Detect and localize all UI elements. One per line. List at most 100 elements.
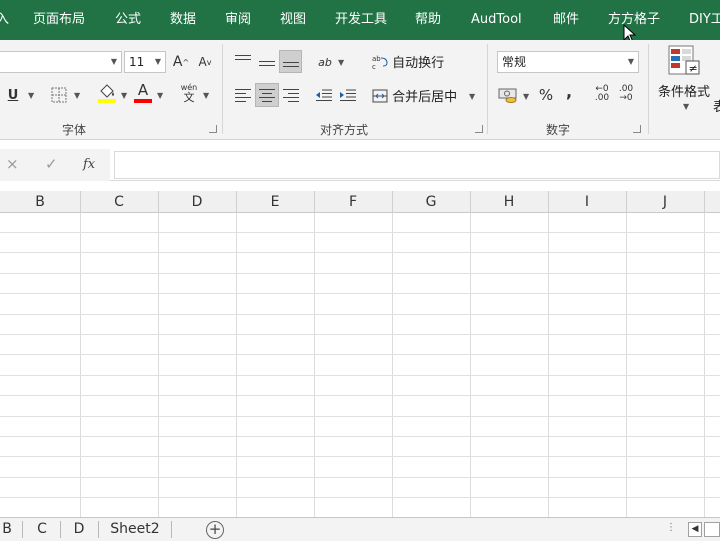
tab-review[interactable]: 审阅 [225,0,251,40]
wrap-text-label: 自动换行 [392,56,445,71]
add-sheet-icon[interactable]: + [206,521,224,539]
cell-grid[interactable] [0,213,720,517]
grid-row-line [0,497,720,498]
column-header-h[interactable]: H [470,191,548,213]
decrease-decimal-button[interactable]: .00 →0 [614,83,638,105]
chevron-down-icon[interactable]: ▼ [121,91,127,100]
conditional-format-button[interactable]: ≠ 条件格式 ▼ [655,44,715,116]
column-header-c[interactable]: C [80,191,158,213]
chevron-down-icon[interactable]: ▼ [157,91,163,100]
sheet-tab-bar: B C D Sheet2 + ⋮ ◀ [0,517,720,541]
font-dialog-launcher-icon[interactable] [209,125,217,133]
chevron-down-icon[interactable]: ▼ [28,91,34,100]
chevron-down-icon[interactable]: ▼ [155,52,161,72]
grid-row-line [0,252,720,253]
split-handle-icon[interactable]: ⋮ [666,522,676,533]
sheet-tab-sheet2[interactable]: Sheet2 [100,518,170,541]
fill-color-button[interactable] [96,82,118,104]
borders-icon [51,87,67,103]
tab-data[interactable]: 数据 [170,0,196,40]
tab-mail[interactable]: 邮件 [553,0,579,40]
underline-button[interactable]: U [2,84,24,106]
grid-column-line [80,213,81,517]
formula-input[interactable] [114,151,720,179]
increase-indent-button[interactable] [337,84,359,106]
alignment-dialog-launcher-icon[interactable] [475,125,483,133]
ribbon-tab-bar: 入 页面布局 公式 数据 审阅 视图 开发工具 帮助 AudTool 邮件 方方… [0,0,720,40]
column-header-row: B C D E F G H I J [0,191,720,213]
borders-button[interactable] [48,84,70,106]
column-header-j[interactable]: J [626,191,704,213]
insert-function-icon[interactable]: fx [83,157,95,172]
wrap-text-button[interactable]: ab c 自动换行 [372,52,444,71]
font-size-value: 11 [129,55,145,69]
tab-developer[interactable]: 开发工具 [335,0,387,40]
grid-column-line [392,213,393,517]
align-center-button[interactable] [255,83,279,107]
shrink-font-button[interactable]: Av [194,51,216,73]
align-left-icon [235,88,251,102]
chevron-down-icon[interactable]: ▼ [203,91,209,100]
sheet-tab-d[interactable]: D [62,518,96,541]
enter-check-icon[interactable]: ✓ [45,155,58,173]
phonetic-button[interactable]: wén 文 [178,82,200,104]
tab-help[interactable]: 帮助 [415,0,441,40]
chevron-down-icon[interactable]: ▼ [469,92,475,101]
decrease-indent-icon [316,89,332,101]
tab-insert[interactable]: 入 [0,0,9,40]
chevron-down-icon[interactable]: ▼ [338,58,344,67]
chevron-down-icon[interactable]: ▼ [74,91,80,100]
chevron-down-icon[interactable]: ▼ [523,92,529,101]
orientation-button[interactable]: ab [314,51,336,73]
grid-row-line [0,334,720,335]
column-header-b[interactable]: B [0,191,80,213]
comma-icon: , [565,81,573,101]
ribbon-panel: ▼ 11 ▼ A ^ Av U ▼ ▼ ▼ A ▼ wén 文 ▼ 字体 ab … [0,40,720,140]
format-as-table-label[interactable]: 表 [713,96,720,115]
column-divider[interactable] [704,191,705,213]
formula-bar-controls: × ✓ fx [0,149,110,181]
align-middle-button[interactable] [256,52,278,74]
column-header-i[interactable]: I [548,191,626,213]
chevron-down-icon[interactable]: ▼ [111,52,117,72]
tab-formulas[interactable]: 公式 [115,0,141,40]
font-size-combo[interactable]: 11 ▼ [124,51,166,73]
number-format-combo[interactable]: 常规 ▼ [497,51,639,73]
align-top-button[interactable] [232,48,254,70]
grid-column-line [470,213,471,517]
column-header-d[interactable]: D [158,191,236,213]
align-middle-icon [259,60,275,66]
align-left-button[interactable] [232,84,254,106]
chevron-down-icon[interactable]: ▼ [628,52,634,72]
chevron-down-icon[interactable]: ▼ [683,102,689,111]
merge-center-button[interactable]: 合并后居中 [372,86,457,105]
sheet-tab-b[interactable]: B [0,518,14,541]
grow-font-button[interactable]: A ^ [170,51,192,73]
cancel-icon[interactable]: × [6,155,19,173]
comma-style-button[interactable]: , [558,80,580,102]
tab-view[interactable]: 视图 [280,0,306,40]
percent-style-button[interactable]: % [535,84,557,106]
sheet-tab-c[interactable]: C [24,518,60,541]
column-header-g[interactable]: G [392,191,470,213]
font-name-combo[interactable]: ▼ [0,51,122,73]
scroll-left-icon[interactable]: ◀ [688,522,702,537]
align-top-icon [235,54,251,64]
grid-row-line [0,375,720,376]
font-color-button[interactable]: A [132,82,154,104]
align-right-button[interactable] [280,84,302,106]
tab-page-layout[interactable]: 页面布局 [33,0,85,40]
decrease-indent-button[interactable] [313,84,335,106]
tab-audtool[interactable]: AudTool [471,0,522,40]
tab-diy-tools[interactable]: DIY工具箱 [689,0,720,40]
accounting-format-button[interactable] [497,84,519,106]
align-bottom-button[interactable] [279,50,302,73]
column-header-e[interactable]: E [236,191,314,213]
increase-decimal-button[interactable]: ←0 .00 [590,83,614,105]
column-header-f[interactable]: F [314,191,392,213]
merge-center-icon [372,89,388,103]
number-dialog-launcher-icon[interactable] [633,125,641,133]
alignment-group-label: 对齐方式 [320,123,369,137]
grid-row-line [0,273,720,274]
horizontal-scrollbar[interactable] [704,522,720,537]
